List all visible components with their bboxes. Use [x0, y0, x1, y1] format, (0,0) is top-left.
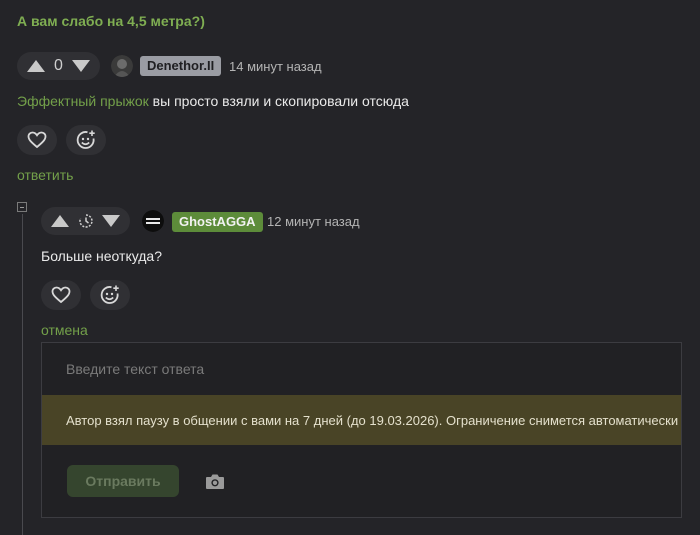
heart-icon [27, 131, 47, 149]
comment-text: Больше неоткуда? [41, 248, 163, 264]
reply-link[interactable]: ответить [17, 167, 73, 183]
send-button[interactable]: Отправить [67, 465, 179, 497]
vote-count: 0 [54, 57, 63, 74]
reply-input-placeholder[interactable]: Введите текст ответа [66, 361, 204, 377]
thread-line[interactable] [22, 214, 23, 535]
avatar[interactable] [142, 210, 164, 232]
timer-icon [78, 214, 93, 228]
triangle-up-icon[interactable] [27, 60, 45, 72]
author-badge[interactable]: Denethor.II [140, 56, 222, 76]
comment-time[interactable]: 14 минут назад [229, 59, 322, 74]
heart-icon [51, 286, 71, 304]
triangle-up-icon[interactable] [51, 215, 69, 227]
triangle-down-icon[interactable] [72, 60, 90, 72]
emoji-add-icon [76, 130, 95, 149]
vote-control: 0 [17, 52, 100, 80]
restriction-notice: Автор взял паузу в общении с вами на 7 д… [42, 395, 681, 445]
triangle-down-icon[interactable] [102, 215, 120, 227]
like-button[interactable] [41, 280, 81, 310]
comment-link[interactable]: Эффектный прыжок [17, 93, 149, 109]
previous-comment-text: А вам слабо на 4,5 метра?) [17, 13, 205, 29]
emoji-add-icon [100, 285, 119, 304]
add-reaction-button[interactable] [90, 280, 130, 310]
vote-control [41, 207, 130, 235]
comment-time[interactable]: 12 минут назад [267, 214, 360, 229]
restriction-notice-text: Автор взял паузу в общении с вами на 7 д… [66, 412, 679, 428]
avatar[interactable] [111, 55, 133, 77]
add-reaction-button[interactable] [66, 125, 106, 155]
comment-text: вы просто взяли и скопировали отсюда [148, 93, 409, 109]
camera-icon[interactable] [205, 473, 225, 490]
collapse-icon[interactable] [17, 202, 27, 212]
cancel-link[interactable]: отмена [41, 322, 88, 338]
comment-body: Эффектный прыжок вы просто взяли и скопи… [17, 93, 409, 109]
author-badge[interactable]: GhostAGGA [172, 212, 263, 232]
like-button[interactable] [17, 125, 57, 155]
